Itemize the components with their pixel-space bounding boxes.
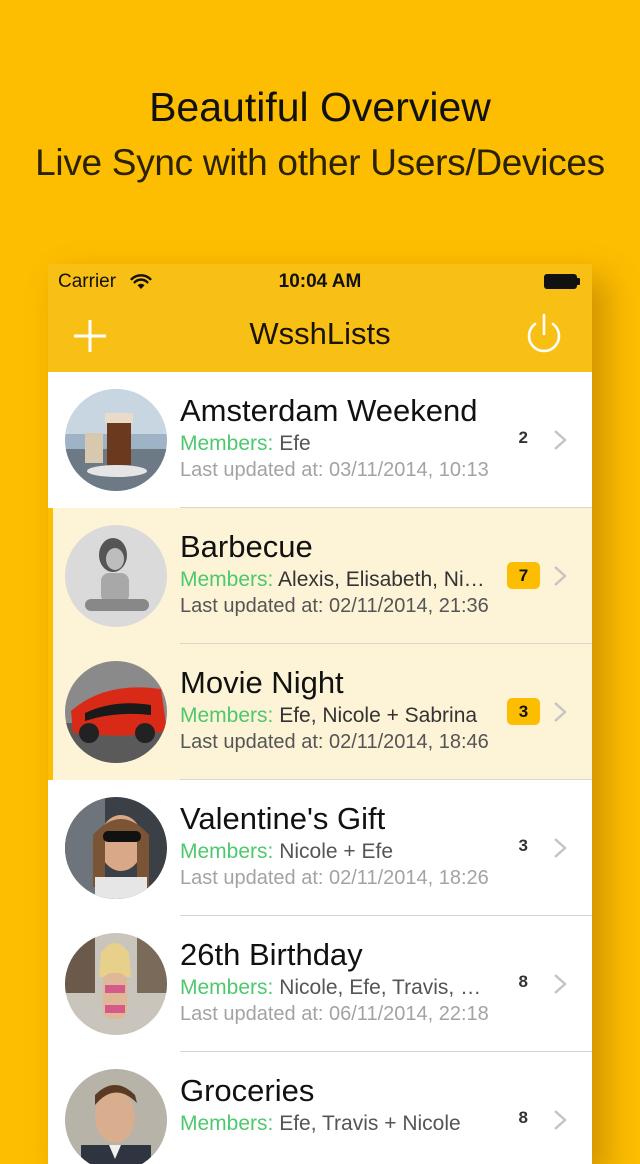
chevron-right-icon (554, 702, 567, 722)
list-updated: Last updated at: 03/11/2014, 10:13 (180, 459, 489, 481)
unread-indicator (48, 644, 53, 780)
list-title: Amsterdam Weekend (180, 393, 478, 428)
nav-title: WsshLists (249, 316, 391, 351)
list-updated: Last updated at: 02/11/2014, 21:36 (180, 595, 489, 617)
members-label: Members: (180, 840, 274, 863)
members-names: Efe (279, 432, 311, 455)
list-avatar (65, 525, 167, 627)
members-label: Members: (180, 704, 274, 727)
members-names: Efe, Travis + Nicole (279, 1112, 461, 1135)
list-members: Members: Efe (180, 432, 495, 456)
list-title: Barbecue (180, 529, 313, 564)
battery-icon (544, 274, 580, 289)
unread-count-badge: 7 (507, 562, 540, 589)
nav-bar: WsshLists (48, 304, 592, 372)
list-updated: Last updated at: 06/11/2014, 22:18 (180, 1003, 489, 1025)
list-avatar (65, 1069, 167, 1164)
list-title: Valentine's Gift (180, 801, 386, 836)
chevron-right-icon (554, 1110, 567, 1130)
members-names: Nicole + Efe (279, 840, 394, 863)
list-item[interactable]: Groceries Members: Efe, Travis + Nicole … (48, 1052, 592, 1164)
unread-count-badge: 3 (507, 698, 540, 725)
list-members: Members: Efe, Nicole + Sabrina (180, 704, 495, 728)
chevron-right-icon (554, 974, 567, 994)
wishlist-table: Amsterdam Weekend Members: Efe Last upda… (48, 372, 592, 1164)
members-names: Nicole, Efe, Travis, Sabrina + Alexis (279, 976, 495, 999)
list-avatar (65, 797, 167, 899)
list-members: Members: Nicole + Efe (180, 840, 495, 864)
members-label: Members: (180, 568, 274, 591)
list-members: Members: Nicole, Efe, Travis, Sabrina + … (180, 976, 495, 1000)
item-count: 3 (518, 836, 528, 855)
list-avatar (65, 389, 167, 491)
chevron-right-icon (554, 430, 567, 450)
chevron-right-icon (554, 566, 567, 586)
members-label: Members: (180, 432, 274, 455)
list-title: Movie Night (180, 665, 344, 700)
members-names: Efe, Nicole + Sabrina (279, 704, 478, 727)
list-title: Groceries (180, 1073, 315, 1108)
list-item[interactable]: 26th Birthday Members: Nicole, Efe, Trav… (48, 916, 592, 1052)
members-label: Members: (180, 1112, 274, 1135)
list-item[interactable]: Movie Night Members: Efe, Nicole + Sabri… (48, 644, 592, 780)
list-members: Members: Efe, Travis + Nicole (180, 1112, 495, 1136)
chevron-right-icon (554, 838, 567, 858)
item-count: 8 (518, 1108, 528, 1127)
list-item[interactable]: Amsterdam Weekend Members: Efe Last upda… (48, 372, 592, 508)
unread-indicator (48, 508, 53, 644)
promo-subline: Live Sync with other Users/Devices (35, 142, 605, 183)
list-title: 26th Birthday (180, 937, 363, 972)
phone-screen: Carrier 10:04 AM WsshLists Amsterdam Wee… (48, 264, 592, 1164)
list-item[interactable]: Valentine's Gift Members: Nicole + Efe L… (48, 780, 592, 916)
promo-headline: Beautiful Overview (149, 84, 491, 130)
item-count: 2 (518, 428, 528, 447)
members-label: Members: (180, 976, 274, 999)
list-updated: Last updated at: 02/11/2014, 18:26 (180, 867, 489, 889)
list-updated: Last updated at: 02/11/2014, 18:46 (180, 731, 489, 753)
list-members: Members: Alexis, Elisabeth, Nicole + Efe (180, 568, 495, 592)
list-avatar (65, 933, 167, 1035)
item-count: 8 (518, 972, 528, 991)
list-item[interactable]: Barbecue Members: Alexis, Elisabeth, Nic… (48, 508, 592, 644)
status-time: 10:04 AM (278, 271, 362, 292)
list-avatar (65, 661, 167, 763)
power-icon[interactable] (524, 312, 564, 356)
members-names: Alexis, Elisabeth, Nicole + Efe (278, 568, 495, 591)
status-bar: Carrier 10:04 AM (48, 264, 592, 304)
